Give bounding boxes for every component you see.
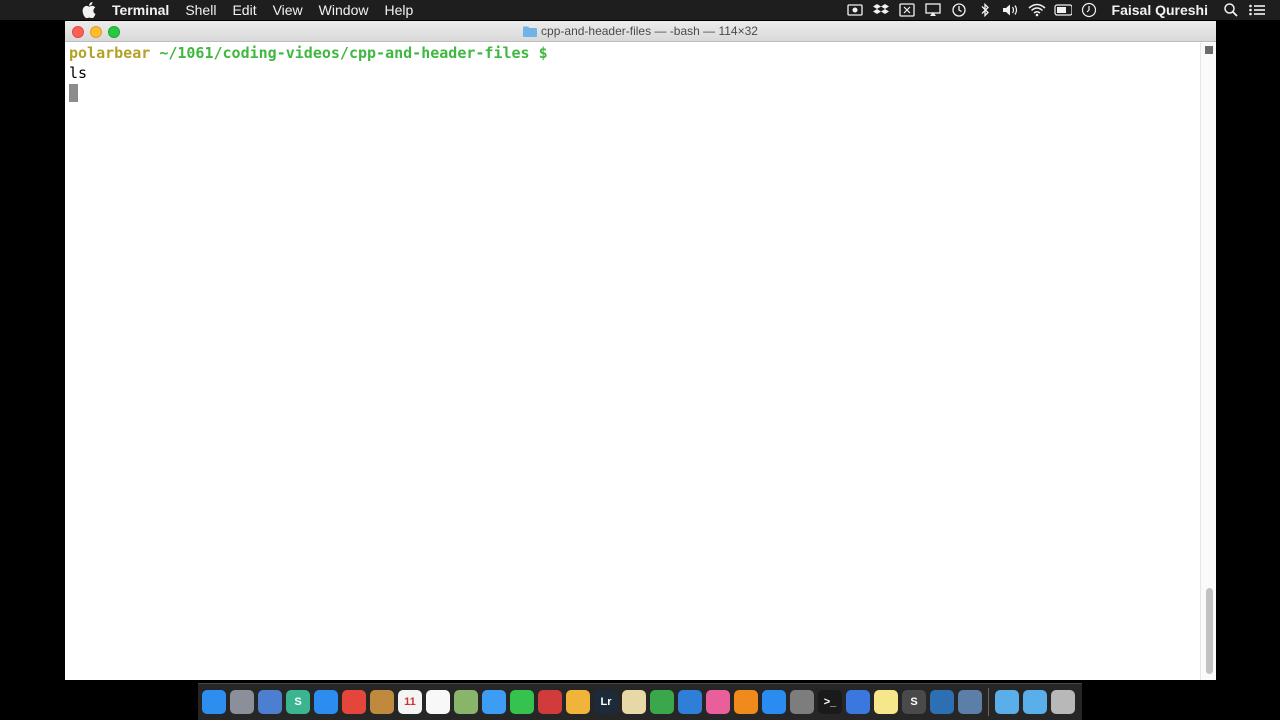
edge-browser-dock-icon[interactable] bbox=[930, 690, 954, 714]
traffic-lights bbox=[72, 26, 126, 38]
keynote-dock-icon[interactable] bbox=[678, 690, 702, 714]
app-store-dock-icon[interactable] bbox=[762, 690, 786, 714]
command-text: ls bbox=[69, 64, 88, 82]
screenshot-icon[interactable] bbox=[898, 3, 916, 17]
status-area: Faisal Qureshi bbox=[846, 0, 1280, 20]
finder-dock-icon[interactable] bbox=[202, 690, 226, 714]
itunes-dock-icon[interactable] bbox=[706, 690, 730, 714]
documents-folder-dock-icon[interactable] bbox=[995, 690, 1019, 714]
dock-icon-label: Lr bbox=[600, 696, 612, 708]
dock-icon-label: 11 bbox=[404, 696, 416, 708]
menu-help[interactable]: Help bbox=[384, 0, 413, 20]
clock-icon[interactable] bbox=[1080, 2, 1098, 18]
system-preferences-dock-icon[interactable] bbox=[790, 690, 814, 714]
menu-view[interactable]: View bbox=[273, 0, 303, 20]
window-titlebar[interactable]: cpp-and-header-files — -bash — 114×32 bbox=[65, 21, 1216, 42]
safari-dock-icon[interactable] bbox=[314, 690, 338, 714]
minimize-button[interactable] bbox=[90, 26, 102, 38]
chrome-dock-icon[interactable] bbox=[342, 690, 366, 714]
notification-center-icon[interactable] bbox=[1248, 3, 1266, 17]
wifi-icon[interactable] bbox=[1028, 3, 1046, 17]
downloads-folder-dock-icon[interactable] bbox=[1023, 690, 1047, 714]
launchpad-dock-icon[interactable] bbox=[230, 690, 254, 714]
photos-dock-icon[interactable] bbox=[566, 690, 590, 714]
photo-booth-dock-icon[interactable] bbox=[538, 690, 562, 714]
menu-edit[interactable]: Edit bbox=[232, 0, 256, 20]
xcode-dock-icon[interactable] bbox=[846, 690, 870, 714]
messages-dock-icon[interactable] bbox=[482, 690, 506, 714]
close-button[interactable] bbox=[72, 26, 84, 38]
volume-icon[interactable] bbox=[1002, 3, 1020, 17]
numbers-dock-icon[interactable] bbox=[650, 690, 674, 714]
command-line: ls bbox=[69, 63, 1200, 83]
trash-dock-icon[interactable] bbox=[1051, 690, 1075, 714]
lightroom-dock-icon[interactable]: Lr bbox=[594, 690, 618, 714]
screen-record-icon[interactable] bbox=[846, 3, 864, 17]
dock-icon-label: >_ bbox=[823, 696, 837, 708]
battery-icon[interactable] bbox=[1053, 3, 1072, 17]
dock: S 11 Lr >_ S bbox=[198, 683, 1082, 720]
bluetooth-icon[interactable] bbox=[976, 2, 994, 18]
spotlight-icon[interactable] bbox=[1222, 3, 1240, 17]
screen-recorder-dock-icon[interactable] bbox=[958, 690, 982, 714]
apple-menu-icon[interactable] bbox=[82, 2, 98, 18]
preview-dock-icon[interactable] bbox=[258, 690, 282, 714]
prompt-path: ~/1061/coding-videos/cpp-and-header-file… bbox=[159, 44, 548, 62]
time-machine-icon[interactable] bbox=[950, 3, 968, 17]
stickies-dock-icon[interactable] bbox=[874, 690, 898, 714]
ibooks-dock-icon[interactable] bbox=[734, 690, 758, 714]
terminal-dock-icon[interactable]: >_ bbox=[818, 690, 842, 714]
scrollbar-thumb[interactable] bbox=[1206, 588, 1213, 674]
zoom-button[interactable] bbox=[108, 26, 120, 38]
menu-window[interactable]: Window bbox=[319, 0, 369, 20]
sublime-text-dock-icon[interactable]: S bbox=[902, 690, 926, 714]
terminal-output[interactable]: polarbear ~/1061/coding-videos/cpp-and-h… bbox=[65, 43, 1200, 680]
textedit-dock-icon[interactable] bbox=[622, 690, 646, 714]
prompt-host: polarbear bbox=[69, 44, 151, 62]
menu-shell[interactable]: Shell bbox=[185, 0, 216, 20]
dock-separator bbox=[988, 688, 989, 716]
airplay-icon[interactable] bbox=[924, 3, 942, 17]
terminal-window: cpp-and-header-files — -bash — 114×32 po… bbox=[65, 21, 1216, 680]
dock-icon-label: S bbox=[910, 696, 918, 708]
menu-app-name[interactable]: Terminal bbox=[112, 0, 169, 20]
window-title-group: cpp-and-header-files — -bash — 114×32 bbox=[523, 24, 758, 38]
dock-icon-label: S bbox=[294, 696, 302, 708]
vertical-scrollbar[interactable] bbox=[1200, 43, 1216, 680]
cursor-line bbox=[69, 83, 1200, 103]
user-name[interactable]: Faisal Qureshi bbox=[1112, 2, 1208, 18]
photo-preview-dock-icon[interactable] bbox=[454, 690, 478, 714]
dropbox-icon[interactable] bbox=[872, 3, 890, 17]
folder-icon bbox=[523, 26, 538, 37]
calendar-dock-icon[interactable]: 11 bbox=[398, 690, 422, 714]
prompt-line: polarbear ~/1061/coding-videos/cpp-and-h… bbox=[69, 43, 1200, 63]
menu-bar: Terminal Shell Edit View Window Help Fai… bbox=[0, 0, 1280, 20]
text-cursor bbox=[69, 84, 78, 102]
window-title: cpp-and-header-files — -bash — 114×32 bbox=[541, 24, 758, 38]
split-pane-icon[interactable] bbox=[1205, 46, 1213, 54]
facetime-dock-icon[interactable] bbox=[510, 690, 534, 714]
notebook-dock-icon[interactable] bbox=[370, 690, 394, 714]
slack-dock-icon[interactable]: S bbox=[286, 690, 310, 714]
notes-list-dock-icon[interactable] bbox=[426, 690, 450, 714]
